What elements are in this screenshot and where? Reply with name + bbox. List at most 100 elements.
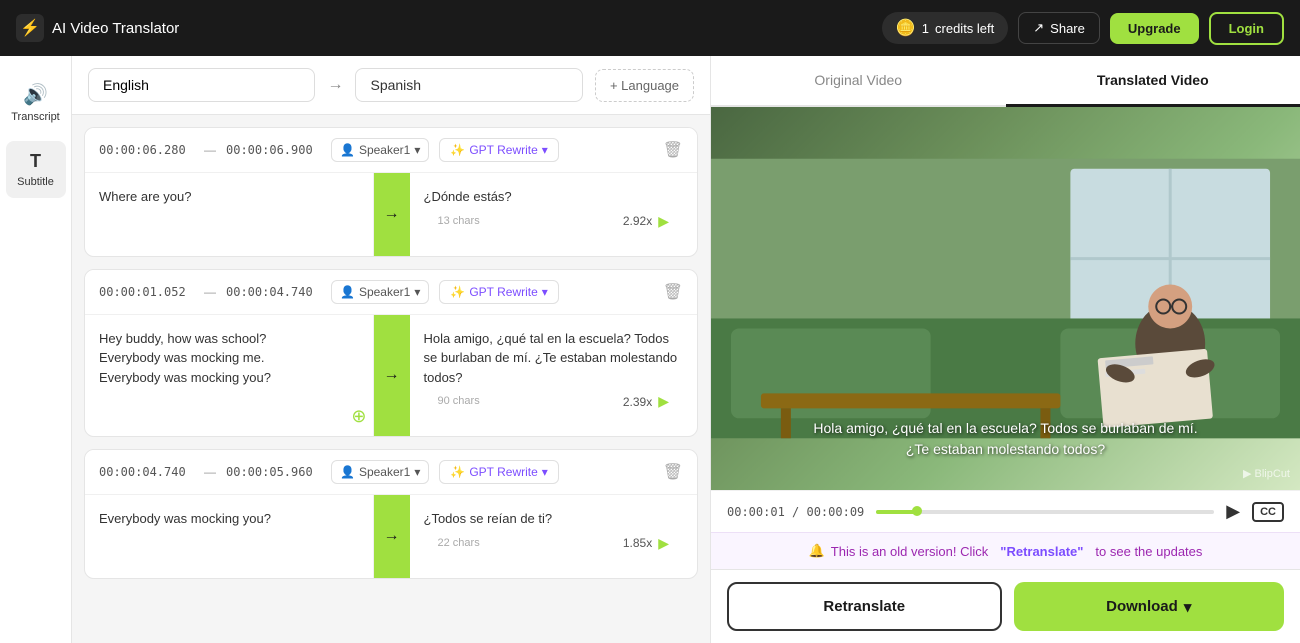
- entry-body-2: Hey buddy, how was school?Everybody was …: [85, 315, 697, 437]
- gpt-icon-3: ✨: [450, 465, 465, 479]
- original-text-2: Hey buddy, how was school?Everybody was …: [85, 315, 374, 437]
- speaker-label-2: Speaker1: [359, 285, 410, 299]
- arrow-icon: →: [327, 76, 343, 94]
- gpt-label-2: GPT Rewrite: [469, 285, 537, 299]
- play-icon-3[interactable]: ▶: [658, 533, 669, 554]
- entry-card-3: — 👤 Speaker1 ▾ ✨ GPT Rewrite ▾ 🗑: [84, 449, 698, 579]
- speaker-chevron-3: ▾: [414, 465, 420, 479]
- transcript-icon: 🔊: [23, 82, 48, 107]
- retranslate-notice-text: This is an old version! Click: [831, 544, 989, 559]
- share-label: Share: [1050, 21, 1085, 36]
- delete-btn-1[interactable]: 🗑: [663, 140, 683, 160]
- translated-area-2: Hola amigo, ¿qué tal en la escuela? Todo…: [410, 315, 698, 437]
- original-text-1: Where are you?: [85, 173, 374, 256]
- source-language-input[interactable]: [88, 68, 315, 102]
- entry-header-3: — 👤 Speaker1 ▾ ✨ GPT Rewrite ▾ 🗑: [85, 450, 697, 495]
- video-container: Hola amigo, ¿qué tal en la escuela? Todo…: [711, 107, 1300, 490]
- upgrade-button[interactable]: Upgrade: [1110, 13, 1199, 44]
- translate-arrow-btn-1[interactable]: →: [374, 173, 410, 256]
- language-bar: → Spanish + Language: [72, 56, 710, 115]
- subtitle-entries: — 👤 Speaker1 ▾ ✨ GPT Rewrite ▾ 🗑: [72, 115, 710, 591]
- cc-button[interactable]: CC: [1252, 502, 1284, 522]
- delete-btn-3[interactable]: 🗑: [663, 462, 683, 482]
- add-text-icon-2[interactable]: ⊕: [351, 403, 366, 430]
- time-start-1[interactable]: [99, 143, 194, 157]
- entry-footer-3: 22 chars 1.85x ▶: [424, 529, 684, 564]
- add-language-button[interactable]: + Language: [595, 69, 694, 102]
- time-end-3[interactable]: [226, 465, 321, 479]
- gpt-icon-1: ✨: [450, 143, 465, 157]
- gpt-label-3: GPT Rewrite: [469, 465, 537, 479]
- credits-icon: 🪙: [896, 18, 916, 38]
- add-language-label: + Language: [610, 78, 679, 93]
- credits-label: credits left: [935, 21, 994, 36]
- delete-btn-2[interactable]: 🗑: [663, 282, 683, 302]
- time-dash-2: —: [204, 285, 216, 299]
- retranslate-link[interactable]: "Retranslate": [1000, 544, 1083, 559]
- translated-area-1: ¿Dónde estás? 13 chars 2.92x ▶: [410, 173, 698, 256]
- app-title: AI Video Translator: [52, 20, 179, 37]
- tab-original-video[interactable]: Original Video: [711, 56, 1006, 107]
- time-dash-3: —: [204, 465, 216, 479]
- time-start-3[interactable]: [99, 465, 194, 479]
- time-end-1[interactable]: [226, 143, 321, 157]
- translated-text-1: ¿Dónde estás?: [424, 187, 684, 207]
- sidebar: 🔊 Transcript T Subtitle: [0, 56, 72, 643]
- app-header: ⚡ AI Video Translator 🪙 1 credits left ↗…: [0, 0, 1300, 56]
- speaker-select-2[interactable]: 👤 Speaker1 ▾: [331, 280, 429, 304]
- time-start-2[interactable]: [99, 285, 194, 299]
- download-label: Download: [1106, 598, 1178, 615]
- speed-value-1: 2.92x: [623, 212, 652, 230]
- download-button[interactable]: Download ▾: [1014, 582, 1285, 631]
- translate-arrow-btn-3[interactable]: →: [374, 495, 410, 578]
- main-layout: 🔊 Transcript T Subtitle → Spanish + Lang…: [0, 56, 1300, 643]
- retranslate-notice-suffix: to see the updates: [1095, 544, 1202, 559]
- gpt-icon-2: ✨: [450, 285, 465, 299]
- gpt-chevron-1: ▾: [542, 143, 548, 157]
- speaker-label-1: Speaker1: [359, 143, 410, 157]
- play-icon-2[interactable]: ▶: [658, 391, 669, 412]
- speaker-select-3[interactable]: 👤 Speaker1 ▾: [331, 460, 429, 484]
- gpt-rewrite-btn-2[interactable]: ✨ GPT Rewrite ▾: [439, 280, 558, 304]
- entry-body-3: Everybody was mocking you? → ¿Todos se r…: [85, 495, 697, 578]
- entry-footer-1: 13 chars 2.92x ▶: [424, 207, 684, 242]
- header-right-controls: 🪙 1 credits left ↗ Share Upgrade Login: [882, 12, 1284, 45]
- translated-text-2: Hola amigo, ¿qué tal en la escuela? Todo…: [424, 329, 684, 388]
- share-button[interactable]: ↗ Share: [1018, 12, 1100, 44]
- sidebar-item-subtitle[interactable]: T Subtitle: [6, 141, 66, 198]
- speed-value-2: 2.39x: [623, 393, 652, 411]
- sidebar-item-transcript[interactable]: 🔊 Transcript: [6, 72, 66, 133]
- tab-translated-video[interactable]: Translated Video: [1006, 56, 1300, 107]
- entry-card-2: — 👤 Speaker1 ▾ ✨ GPT Rewrite ▾ 🗑: [84, 269, 698, 438]
- original-text-3: Everybody was mocking you?: [85, 495, 374, 578]
- retranslate-notice-bell: 🔔: [809, 543, 825, 559]
- play-icon-1[interactable]: ▶: [658, 211, 669, 232]
- play-button[interactable]: ▶: [1226, 501, 1240, 522]
- entry-body-1: Where are you? → ¿Dónde estás? 13 chars …: [85, 173, 697, 256]
- speed-badge-1: 2.92x ▶: [623, 211, 669, 232]
- speed-badge-3: 1.85x ▶: [623, 533, 669, 554]
- entry-footer-2: 90 chars 2.39x ▶: [424, 387, 684, 422]
- translate-arrow-btn-2[interactable]: →: [374, 315, 410, 437]
- credits-badge: 🪙 1 credits left: [882, 12, 1008, 44]
- progress-bar[interactable]: [876, 510, 1214, 514]
- char-count-3: 22 chars: [438, 535, 480, 552]
- blipcut-watermark: ▶ BlipCut: [1243, 467, 1290, 480]
- translated-area-3: ¿Todos se reían de ti? 22 chars 1.85x ▶: [410, 495, 698, 578]
- speaker-select-1[interactable]: 👤 Speaker1 ▾: [331, 138, 429, 162]
- video-scene: Hola amigo, ¿qué tal en la escuela? Todo…: [711, 107, 1300, 490]
- retranslate-button[interactable]: Retranslate: [727, 582, 1002, 631]
- speed-badge-2: 2.39x ▶: [623, 391, 669, 412]
- target-language-select[interactable]: Spanish: [355, 68, 582, 102]
- gpt-rewrite-btn-1[interactable]: ✨ GPT Rewrite ▾: [439, 138, 558, 162]
- subtitle-icon: T: [30, 151, 41, 172]
- gpt-rewrite-btn-3[interactable]: ✨ GPT Rewrite ▾: [439, 460, 558, 484]
- time-end-2[interactable]: [226, 285, 321, 299]
- center-panel: → Spanish + Language — 👤 Speaker1 ▾: [72, 56, 710, 643]
- right-panel: Original Video Translated Video: [710, 56, 1300, 643]
- speaker-label-3: Speaker1: [359, 465, 410, 479]
- progress-bar-fill: [876, 510, 917, 514]
- target-language-value: Spanish: [370, 77, 421, 93]
- char-count-2: 90 chars: [438, 393, 480, 410]
- login-button[interactable]: Login: [1209, 12, 1284, 45]
